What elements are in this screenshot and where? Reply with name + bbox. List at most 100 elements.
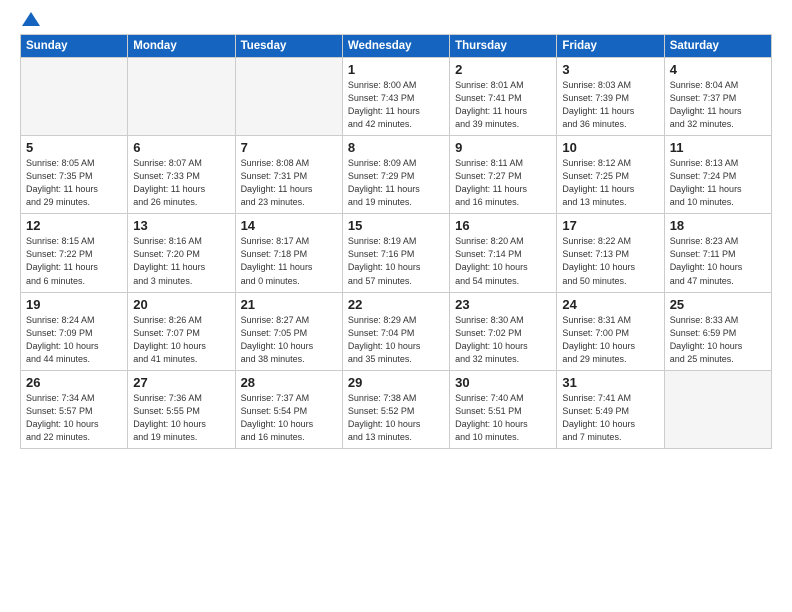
day-info: Sunrise: 8:17 AMSunset: 7:18 PMDaylight:…: [241, 235, 337, 287]
day-number: 20: [133, 297, 229, 312]
day-number: 25: [670, 297, 766, 312]
calendar-cell: 15 Sunrise: 8:19 AMSunset: 7:16 PMDayligh…: [342, 214, 449, 292]
calendar-cell: 25 Sunrise: 8:33 AMSunset: 6:59 PMDayligh…: [664, 292, 771, 370]
day-number: 6: [133, 140, 229, 155]
weekday-sunday: Sunday: [21, 35, 128, 58]
day-number: 4: [670, 62, 766, 77]
day-info: Sunrise: 8:13 AMSunset: 7:24 PMDaylight:…: [670, 157, 766, 209]
day-info: Sunrise: 8:22 AMSunset: 7:13 PMDaylight:…: [562, 235, 658, 287]
day-info: Sunrise: 8:03 AMSunset: 7:39 PMDaylight:…: [562, 79, 658, 131]
day-number: 22: [348, 297, 444, 312]
day-info: Sunrise: 7:36 AMSunset: 5:55 PMDaylight:…: [133, 392, 229, 444]
calendar-cell: 16Sunrise: 8:20 AMSunset: 7:14 PMDayligh…: [450, 214, 557, 292]
day-info: Sunrise: 8:04 AMSunset: 7:37 PMDaylight:…: [670, 79, 766, 131]
calendar-week-row: 1 Sunrise: 8:00 AMSunset: 7:43 PMDaylight…: [21, 58, 772, 136]
day-number: 10: [562, 140, 658, 155]
day-info: Sunrise: 8:33 AMSunset: 6:59 PMDaylight:…: [670, 314, 766, 366]
calendar-cell: 3Sunrise: 8:03 AMSunset: 7:39 PMDaylight…: [557, 58, 664, 136]
day-info: Sunrise: 7:34 AMSunset: 5:57 PMDaylight:…: [26, 392, 122, 444]
day-number: 28: [241, 375, 337, 390]
calendar-cell: 7 Sunrise: 8:08 AMSunset: 7:31 PMDaylight…: [235, 136, 342, 214]
day-number: 18: [670, 218, 766, 233]
day-number: 1: [348, 62, 444, 77]
calendar-cell: [235, 58, 342, 136]
day-number: 19: [26, 297, 122, 312]
day-info: Sunrise: 8:09 AMSunset: 7:29 PMDaylight:…: [348, 157, 444, 209]
calendar-cell: 26 Sunrise: 7:34 AMSunset: 5:57 PMDayligh…: [21, 370, 128, 448]
day-number: 29: [348, 375, 444, 390]
calendar-week-row: 19 Sunrise: 8:24 AMSunset: 7:09 PMDayligh…: [21, 292, 772, 370]
logo-icon: [22, 12, 40, 26]
day-info: Sunrise: 8:27 AMSunset: 7:05 PMDaylight:…: [241, 314, 337, 366]
day-info: Sunrise: 8:07 AMSunset: 7:33 PMDaylight:…: [133, 157, 229, 209]
day-number: 15: [348, 218, 444, 233]
day-info: Sunrise: 8:01 AMSunset: 7:41 PMDaylight:…: [455, 79, 551, 131]
day-number: 7: [241, 140, 337, 155]
day-number: 24: [562, 297, 658, 312]
logo: [20, 16, 40, 24]
day-number: 8: [348, 140, 444, 155]
weekday-wednesday: Wednesday: [342, 35, 449, 58]
calendar-cell: 21 Sunrise: 8:27 AMSunset: 7:05 PMDayligh…: [235, 292, 342, 370]
day-info: Sunrise: 8:08 AMSunset: 7:31 PMDaylight:…: [241, 157, 337, 209]
day-number: 2: [455, 62, 551, 77]
calendar-cell: 12Sunrise: 8:15 AMSunset: 7:22 PMDayligh…: [21, 214, 128, 292]
calendar-cell: 5Sunrise: 8:05 AMSunset: 7:35 PMDaylight…: [21, 136, 128, 214]
day-info: Sunrise: 8:20 AMSunset: 7:14 PMDaylight:…: [455, 235, 551, 287]
calendar-cell: 14 Sunrise: 8:17 AMSunset: 7:18 PMDayligh…: [235, 214, 342, 292]
calendar-cell: 27 Sunrise: 7:36 AMSunset: 5:55 PMDayligh…: [128, 370, 235, 448]
day-info: Sunrise: 7:40 AMSunset: 5:51 PMDaylight:…: [455, 392, 551, 444]
day-info: Sunrise: 8:15 AMSunset: 7:22 PMDaylight:…: [26, 235, 122, 287]
day-info: Sunrise: 8:30 AMSunset: 7:02 PMDaylight:…: [455, 314, 551, 366]
day-info: Sunrise: 8:19 AMSunset: 7:16 PMDaylight:…: [348, 235, 444, 287]
calendar-cell: 6 Sunrise: 8:07 AMSunset: 7:33 PMDaylight…: [128, 136, 235, 214]
calendar-cell: 29 Sunrise: 7:38 AMSunset: 5:52 PMDayligh…: [342, 370, 449, 448]
calendar-cell: 13 Sunrise: 8:16 AMSunset: 7:20 PMDayligh…: [128, 214, 235, 292]
day-info: Sunrise: 8:16 AMSunset: 7:20 PMDaylight:…: [133, 235, 229, 287]
calendar-cell: 2 Sunrise: 8:01 AMSunset: 7:41 PMDaylight…: [450, 58, 557, 136]
day-number: 31: [562, 375, 658, 390]
day-number: 21: [241, 297, 337, 312]
calendar-cell: 17 Sunrise: 8:22 AMSunset: 7:13 PMDayligh…: [557, 214, 664, 292]
calendar-cell: 11Sunrise: 8:13 AMSunset: 7:24 PMDayligh…: [664, 136, 771, 214]
day-info: Sunrise: 8:26 AMSunset: 7:07 PMDaylight:…: [133, 314, 229, 366]
weekday-tuesday: Tuesday: [235, 35, 342, 58]
calendar-page: SundayMondayTuesdayWednesdayThursdayFrid…: [0, 0, 792, 612]
day-info: Sunrise: 7:41 AMSunset: 5:49 PMDaylight:…: [562, 392, 658, 444]
calendar-table: SundayMondayTuesdayWednesdayThursdayFrid…: [20, 34, 772, 449]
calendar-cell: 4 Sunrise: 8:04 AMSunset: 7:37 PMDaylight…: [664, 58, 771, 136]
day-info: Sunrise: 8:24 AMSunset: 7:09 PMDaylight:…: [26, 314, 122, 366]
weekday-monday: Monday: [128, 35, 235, 58]
calendar-week-row: 5Sunrise: 8:05 AMSunset: 7:35 PMDaylight…: [21, 136, 772, 214]
day-info: Sunrise: 8:00 AMSunset: 7:43 PMDaylight:…: [348, 79, 444, 131]
day-number: 13: [133, 218, 229, 233]
calendar-cell: 22 Sunrise: 8:29 AMSunset: 7:04 PMDayligh…: [342, 292, 449, 370]
calendar-week-row: 12Sunrise: 8:15 AMSunset: 7:22 PMDayligh…: [21, 214, 772, 292]
calendar-cell: 30 Sunrise: 7:40 AMSunset: 5:51 PMDayligh…: [450, 370, 557, 448]
day-info: Sunrise: 7:38 AMSunset: 5:52 PMDaylight:…: [348, 392, 444, 444]
day-info: Sunrise: 8:29 AMSunset: 7:04 PMDaylight:…: [348, 314, 444, 366]
calendar-cell: [128, 58, 235, 136]
calendar-cell: 24 Sunrise: 8:31 AMSunset: 7:00 PMDayligh…: [557, 292, 664, 370]
day-number: 17: [562, 218, 658, 233]
calendar-cell: 20 Sunrise: 8:26 AMSunset: 7:07 PMDayligh…: [128, 292, 235, 370]
day-number: 9: [455, 140, 551, 155]
day-number: 30: [455, 375, 551, 390]
day-info: Sunrise: 8:23 AMSunset: 7:11 PMDaylight:…: [670, 235, 766, 287]
logo-block: [20, 16, 40, 24]
day-number: 14: [241, 218, 337, 233]
day-info: Sunrise: 8:05 AMSunset: 7:35 PMDaylight:…: [26, 157, 122, 209]
calendar-cell: 9Sunrise: 8:11 AMSunset: 7:27 PMDaylight…: [450, 136, 557, 214]
calendar-cell: 10 Sunrise: 8:12 AMSunset: 7:25 PMDayligh…: [557, 136, 664, 214]
day-number: 26: [26, 375, 122, 390]
day-info: Sunrise: 8:31 AMSunset: 7:00 PMDaylight:…: [562, 314, 658, 366]
calendar-cell: 8 Sunrise: 8:09 AMSunset: 7:29 PMDaylight…: [342, 136, 449, 214]
day-info: Sunrise: 7:37 AMSunset: 5:54 PMDaylight:…: [241, 392, 337, 444]
calendar-cell: 18 Sunrise: 8:23 AMSunset: 7:11 PMDayligh…: [664, 214, 771, 292]
calendar-cell: 28 Sunrise: 7:37 AMSunset: 5:54 PMDayligh…: [235, 370, 342, 448]
weekday-saturday: Saturday: [664, 35, 771, 58]
day-number: 27: [133, 375, 229, 390]
weekday-thursday: Thursday: [450, 35, 557, 58]
day-info: Sunrise: 8:12 AMSunset: 7:25 PMDaylight:…: [562, 157, 658, 209]
calendar-cell: [21, 58, 128, 136]
